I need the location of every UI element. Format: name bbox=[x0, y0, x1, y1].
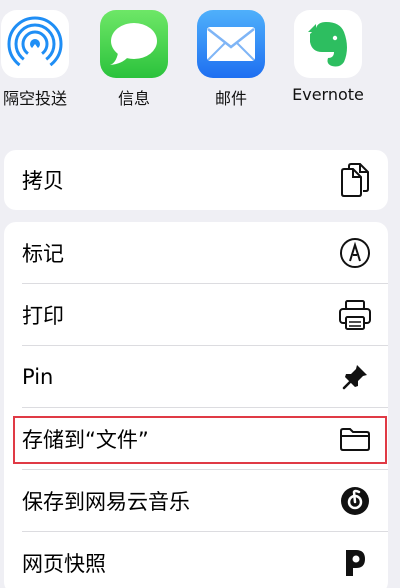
app-messages[interactable]: 信息 bbox=[89, 10, 179, 110]
app-label: 邮件 bbox=[214, 89, 247, 108]
action-label: 存储到“文件” bbox=[22, 428, 149, 452]
app-label: 信息 bbox=[117, 89, 150, 108]
printer-icon bbox=[338, 298, 372, 332]
pin-icon bbox=[338, 360, 372, 394]
app-mail[interactable]: 邮件 bbox=[186, 10, 276, 110]
app-label: 隔空投送 bbox=[2, 89, 67, 108]
action-markup[interactable]: 标记 bbox=[4, 222, 388, 284]
action-label: 网页快照 bbox=[22, 552, 106, 576]
markup-icon bbox=[338, 236, 372, 270]
action-pin[interactable]: Pin bbox=[4, 346, 388, 408]
action-label: 打印 bbox=[22, 304, 64, 328]
action-label: Pin bbox=[22, 365, 54, 389]
app-evernote[interactable]: Evernote bbox=[283, 10, 373, 110]
airdrop-icon bbox=[1, 10, 69, 78]
messages-icon bbox=[100, 10, 168, 78]
action-group-main: 标记 打印 Pin 存储到“文件” 保存到网易云音乐 网页快照 bbox=[4, 222, 388, 588]
action-save-to-files[interactable]: 存储到“文件” bbox=[4, 408, 388, 470]
folder-icon bbox=[338, 422, 372, 456]
app-airdrop[interactable]: 隔空投送 bbox=[0, 10, 80, 110]
snapshot-icon bbox=[338, 546, 372, 580]
action-save-to-netease-music[interactable]: 保存到网易云音乐 bbox=[4, 470, 388, 532]
action-label: 拷贝 bbox=[22, 169, 64, 193]
action-copy[interactable]: 拷贝 bbox=[4, 150, 388, 210]
action-label: 标记 bbox=[22, 242, 64, 266]
copy-icon bbox=[338, 163, 372, 197]
mail-icon bbox=[197, 10, 265, 78]
action-group-copy: 拷贝 bbox=[4, 150, 388, 210]
action-print[interactable]: 打印 bbox=[4, 284, 388, 346]
share-app-row: 隔空投送 信息 邮件 Evernote bbox=[0, 0, 400, 128]
app-label: Evernote bbox=[292, 85, 364, 104]
evernote-icon bbox=[294, 10, 362, 78]
action-web-snapshot[interactable]: 网页快照 bbox=[4, 532, 388, 588]
action-label: 保存到网易云音乐 bbox=[22, 490, 190, 514]
netease-music-icon bbox=[338, 484, 372, 518]
